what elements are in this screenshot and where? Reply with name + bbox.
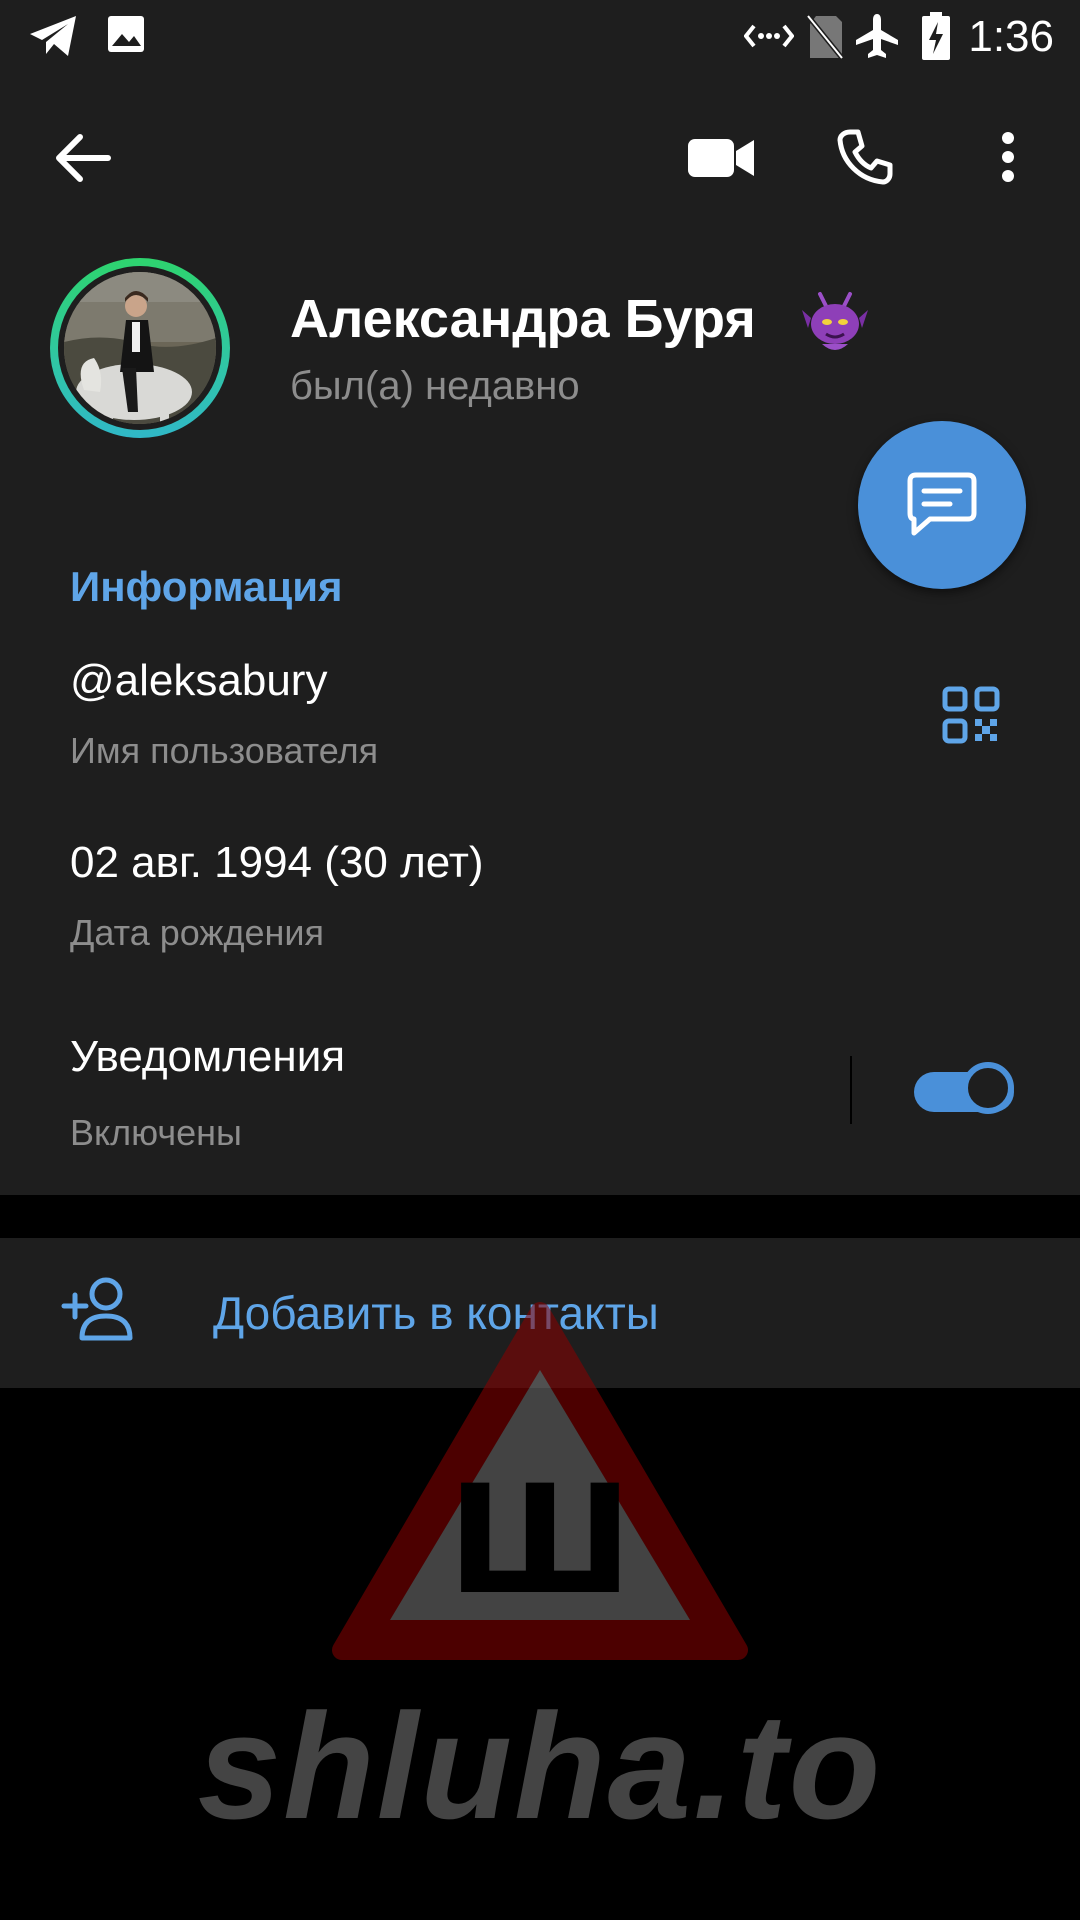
birthday-row[interactable]: 02 авг. 1994 (30 лет) Дата рождения (0, 820, 1080, 970)
birthday-label: Дата рождения (70, 912, 324, 953)
notifications-toggle[interactable] (914, 1062, 1018, 1120)
status-bar: 1:36 (0, 0, 1080, 75)
birthday-value: 02 авг. 1994 (30 лет) (70, 838, 484, 887)
watermark-text: shluha.to (197, 1682, 883, 1850)
data-saver-icon (744, 24, 794, 48)
video-call-icon (688, 139, 754, 177)
username-row[interactable]: @aleksabury Имя пользователя (0, 640, 1080, 780)
send-message-button[interactable] (858, 421, 1026, 589)
back-button[interactable] (48, 128, 118, 188)
vertical-divider (850, 1056, 852, 1124)
username-label: Имя пользователя (70, 730, 379, 771)
message-icon (907, 472, 977, 536)
notifications-row[interactable]: Уведомления Включены (0, 1010, 850, 1170)
more-vert-icon (1002, 132, 1014, 182)
username-value: @aleksabury (70, 656, 328, 705)
avatar-photo (64, 272, 216, 424)
notifications-state: Включены (70, 1112, 242, 1153)
airplane-icon (856, 14, 898, 58)
status-time: 1:36 (968, 12, 1054, 61)
avatar[interactable] (50, 258, 230, 438)
watermark-logo: Ш (332, 1302, 748, 1660)
last-seen-status: был(а) недавно (290, 364, 580, 408)
add-person-icon (61, 1277, 133, 1341)
qr-code-icon (942, 686, 1000, 744)
battery-charging-icon (922, 12, 950, 60)
back-arrow-icon (56, 134, 111, 182)
video-call-button[interactable] (684, 128, 758, 188)
phone-icon (837, 129, 893, 185)
phone-call-button[interactable] (834, 126, 896, 188)
telegram-icon (30, 16, 76, 56)
more-options-button[interactable] (990, 126, 1026, 188)
no-sim-icon (806, 14, 844, 60)
emoji-status-icon[interactable] (800, 288, 870, 358)
watermark-symbol: Ш (447, 1454, 632, 1628)
info-section-title: Информация (70, 563, 343, 610)
qr-code-button[interactable] (940, 684, 1002, 746)
image-icon (108, 16, 144, 52)
profile-name: Александра Буря (290, 289, 756, 349)
notifications-title: Уведомления (70, 1032, 346, 1081)
